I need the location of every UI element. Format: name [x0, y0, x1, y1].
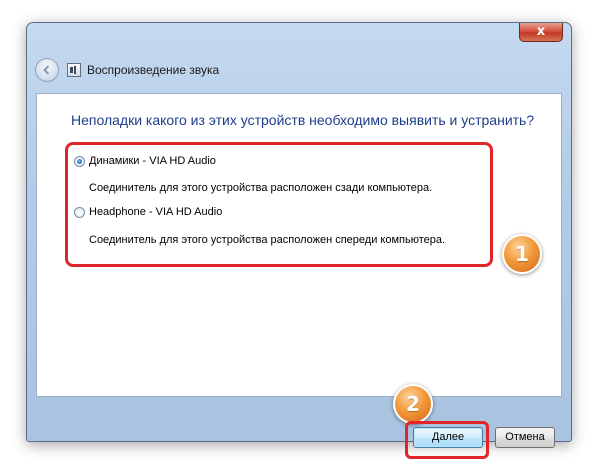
device-name-headphone: Headphone - VIA HD Audio [89, 206, 223, 218]
close-icon: x [536, 24, 546, 39]
device-desc-headphone: Соединитель для этого устройства располо… [89, 234, 446, 246]
device-option-headphone[interactable]: Headphone - VIA HD Audio [74, 206, 222, 218]
page-question: Неполадки какого из этих устройств необх… [71, 112, 535, 128]
device-options-group: Динамики - VIA HD Audio Соединитель для … [65, 142, 493, 267]
sound-app-icon [67, 63, 81, 77]
window-title: Воспроизведение звука [87, 63, 220, 77]
content-panel: Неполадки какого из этих устройств необх… [36, 93, 562, 397]
back-arrow-icon [43, 65, 50, 75]
radio-headphone[interactable] [74, 206, 85, 218]
close-button[interactable]: x [519, 23, 563, 42]
navigation-bar: Воспроизведение звука [35, 57, 219, 83]
device-name-speakers: Динамики - VIA HD Audio [89, 155, 216, 167]
step-badge-2: 2 [393, 384, 433, 424]
troubleshooter-window: x Воспроизведение звука Неполадки какого… [26, 22, 572, 459]
next-button[interactable]: Далее [413, 427, 483, 448]
cancel-button[interactable]: Отмена [495, 427, 555, 448]
device-desc-speakers: Соединитель для этого устройства располо… [89, 182, 433, 194]
next-button-label: алее [439, 431, 465, 443]
device-option-speakers[interactable]: Динамики - VIA HD Audio [74, 155, 216, 167]
dialog-footer: 2 Далее Отмена [36, 384, 562, 459]
step-badge-1: 1 [502, 234, 542, 274]
back-button[interactable] [35, 58, 59, 82]
radio-speakers[interactable] [74, 155, 85, 167]
